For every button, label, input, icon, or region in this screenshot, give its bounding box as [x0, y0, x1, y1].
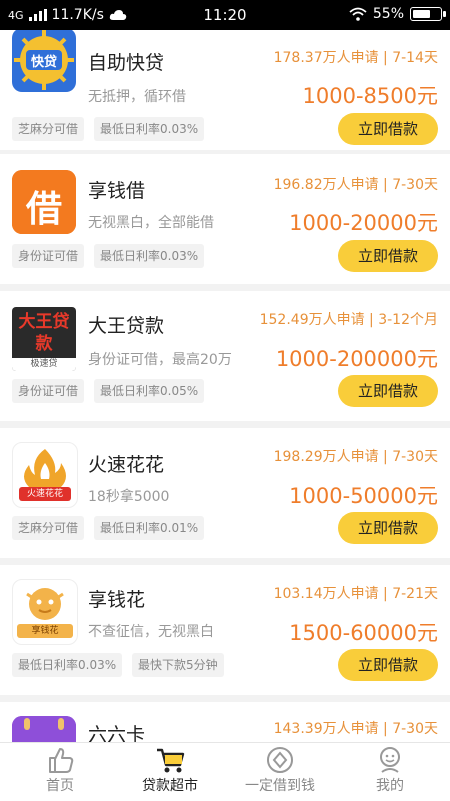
loan-desc: 身份证可借，最高20万: [88, 352, 232, 368]
borrow-now-button[interactable]: 立即借款: [338, 240, 438, 272]
battery-percent: 55%: [372, 6, 404, 22]
wifi-icon: [349, 7, 367, 21]
loan-amount: 1000-200000元: [275, 347, 438, 371]
loan-tag: 最低日利率0.01%: [94, 516, 205, 540]
app-logo-xiangqianhua: 享钱花: [12, 579, 78, 645]
loan-name: 享钱借: [88, 180, 146, 202]
loan-tag: 最快下款5分钟: [132, 653, 224, 677]
bottom-tab-bar: 首页 贷款超市 一定借到钱 我的: [0, 742, 450, 801]
borrow-now-button[interactable]: 立即借款: [338, 113, 438, 145]
loan-meta: 178.37万人申请 | 7-14天: [273, 50, 438, 66]
loan-name: 享钱花: [88, 589, 146, 611]
tab-label: 一定借到钱: [245, 778, 315, 794]
loan-tag: 身份证可借: [12, 244, 85, 268]
loan-desc: 无视黑白，全部能借: [88, 215, 214, 231]
status-bar: 4G 11.7K/s 11:20 55%: [0, 0, 450, 30]
tab-home[interactable]: 首页: [4, 743, 116, 801]
tab-label: 贷款超市: [142, 778, 198, 794]
loan-tag: 最低日利率0.03%: [94, 244, 205, 268]
user-icon: [380, 747, 400, 773]
cart-icon: [157, 748, 185, 773]
loan-desc: 不查征信，无视黑白: [88, 624, 214, 640]
loan-tag: 最低日利率0.03%: [94, 117, 205, 141]
loan-card[interactable]: 大王贷款 极速贷 大王贷款 身份证可借，最高20万 152.49万人申请 | 3…: [0, 291, 450, 421]
loan-card[interactable]: 享钱花 享钱花 不查征信，无视黑白 103.14万人申请 | 7-21天 150…: [0, 565, 450, 695]
loan-amount: 1000-20000元: [289, 211, 438, 235]
tab-loan-market[interactable]: 贷款超市: [114, 743, 226, 801]
loan-desc: 无抵押，循环借: [88, 89, 186, 105]
loan-list[interactable]: 快贷 自助快贷 无抵押，循环借 178.37万人申请 | 7-14天 1000-…: [0, 30, 450, 742]
loan-card[interactable]: 六六卡 143.39万人申请 | 7-30天: [0, 702, 450, 742]
battery-icon: [410, 7, 446, 21]
loan-name: 火速花花: [88, 454, 165, 476]
app-logo-dawang: 大王贷款 极速贷: [12, 307, 76, 371]
loan-meta: 198.29万人申请 | 7-30天: [273, 449, 438, 465]
loan-amount: 1500-60000元: [289, 621, 438, 645]
tab-label: 我的: [376, 778, 404, 794]
tab-guaranteed-loan[interactable]: 一定借到钱: [224, 743, 336, 801]
loan-tag: 芝麻分可借: [12, 516, 85, 540]
loan-meta: 196.82万人申请 | 7-30天: [273, 177, 438, 193]
loan-card[interactable]: 快贷 自助快贷 无抵押，循环借 178.37万人申请 | 7-14天 1000-…: [0, 30, 450, 150]
loan-meta: 103.14万人申请 | 7-21天: [273, 586, 438, 602]
app-logo-kuaidai: 快贷: [12, 30, 76, 92]
loan-meta: 143.39万人申请 | 7-30天: [273, 721, 438, 737]
loan-name: 六六卡: [88, 724, 146, 742]
loan-card[interactable]: 火速花花 火速花花 18秒拿5000 198.29万人申请 | 7-30天 10…: [0, 428, 450, 558]
tab-profile[interactable]: 我的: [334, 743, 446, 801]
coin-circle-icon: [267, 747, 293, 773]
loan-tag: 芝麻分可借: [12, 117, 85, 141]
loan-card[interactable]: 借 享钱借 无视黑白，全部能借 196.82万人申请 | 7-30天 1000-…: [0, 154, 450, 284]
loan-name: 自助快贷: [88, 52, 165, 74]
borrow-now-button[interactable]: 立即借款: [338, 375, 438, 407]
loan-tag: 最低日利率0.03%: [12, 653, 123, 677]
borrow-now-button[interactable]: 立即借款: [338, 649, 438, 681]
app-logo-huosuhuahua: 火速花花: [12, 442, 78, 508]
loan-name: 大王贷款: [88, 315, 165, 337]
app-logo-liuliuka: [12, 716, 76, 742]
tab-label: 首页: [46, 778, 74, 794]
borrow-now-button[interactable]: 立即借款: [338, 512, 438, 544]
app-logo-xiangqianjie: 借: [12, 170, 76, 234]
loan-tag: 身份证可借: [12, 379, 85, 403]
loan-amount: 1000-50000元: [289, 484, 438, 508]
thumbs-up-icon: [49, 748, 74, 773]
loan-amount: 1000-8500元: [302, 84, 438, 108]
loan-desc: 18秒拿5000: [88, 489, 170, 505]
loan-meta: 152.49万人申请 | 3-12个月: [259, 312, 438, 328]
loan-tag: 最低日利率0.05%: [94, 379, 205, 403]
